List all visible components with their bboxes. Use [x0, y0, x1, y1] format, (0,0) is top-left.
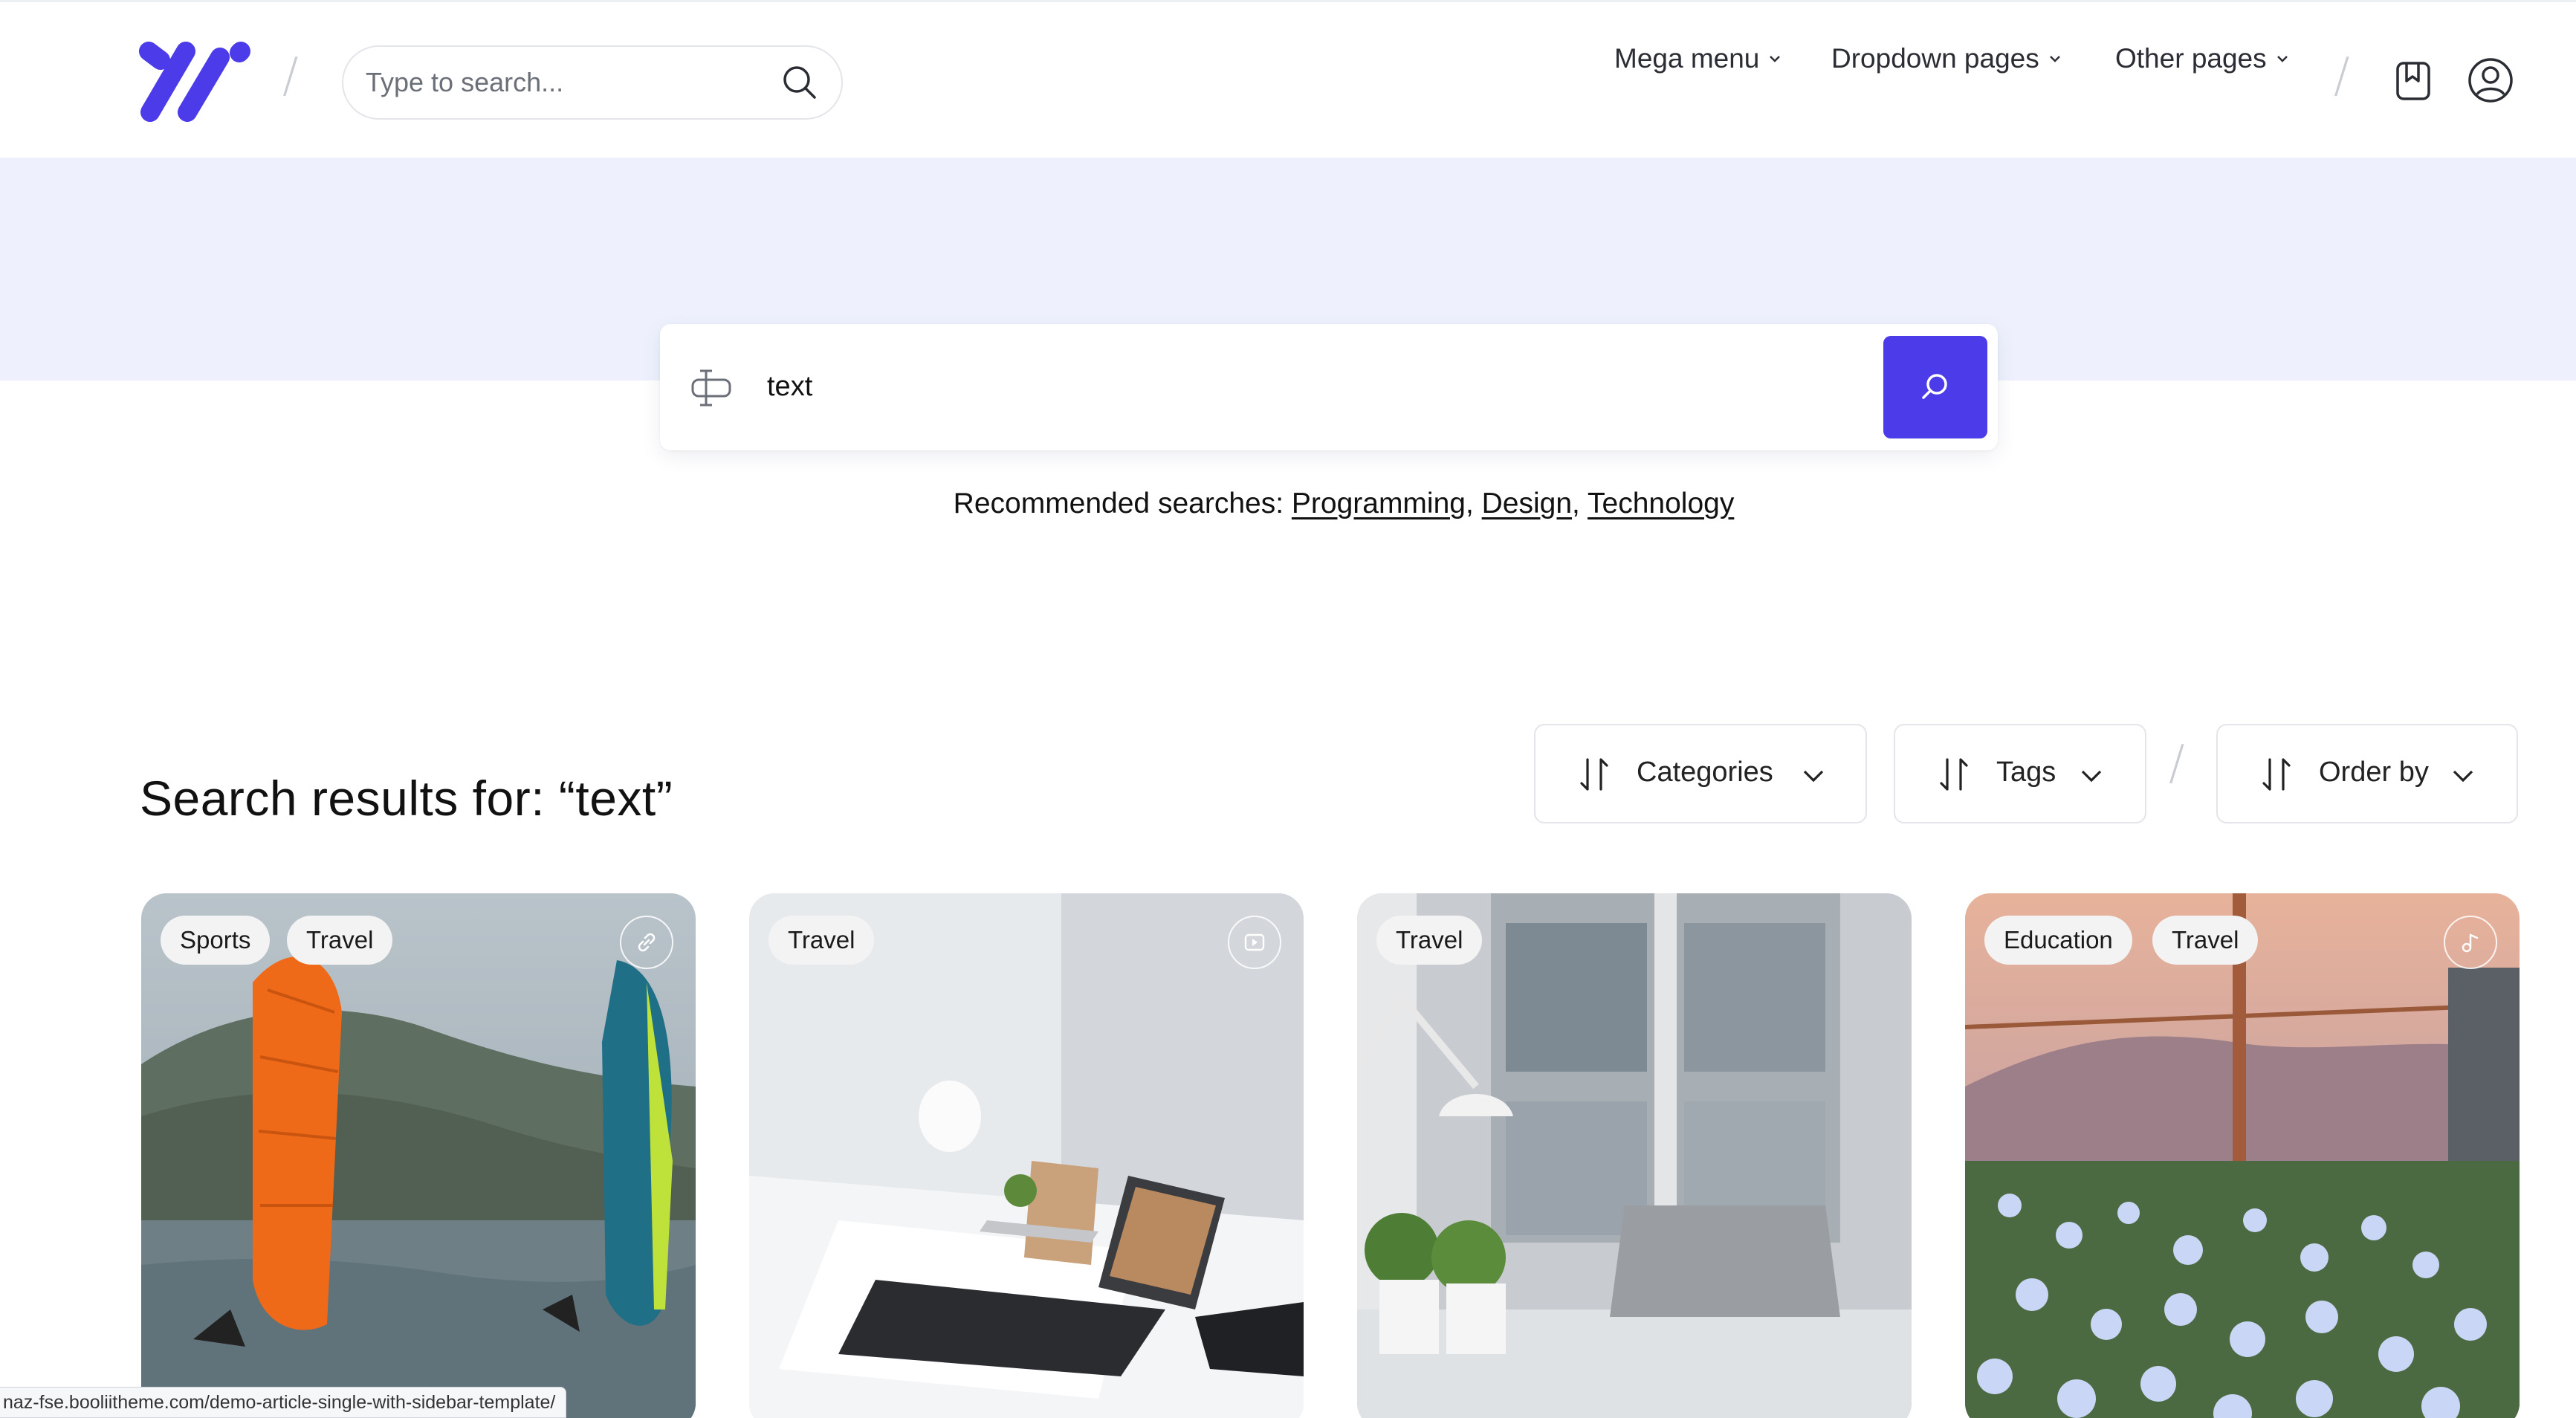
result-card[interactable]: Education Travel — [1965, 893, 2520, 1418]
header-search-box[interactable] — [342, 45, 843, 120]
category-tag[interactable]: Education — [1984, 916, 2132, 965]
chevron-down-icon — [1770, 56, 1781, 62]
nav-label: Other pages — [2115, 43, 2267, 74]
result-card[interactable]: Sports Travel — [141, 893, 696, 1418]
chevron-down-icon — [2453, 770, 2473, 783]
category-tag[interactable]: Travel — [2152, 916, 2259, 965]
card-image — [1357, 893, 1912, 1418]
card-image — [1965, 893, 2520, 1418]
nav-label: Mega menu — [1614, 43, 1760, 74]
status-url-bar: naz-fse.booliitheme.com/demo-article-sin… — [0, 1387, 567, 1418]
recommended-searches: Recommended searches: Programming, Desig… — [953, 488, 1735, 519]
sort-icon — [1940, 758, 1968, 791]
recommended-prefix: Recommended searches: — [953, 488, 1284, 519]
sort-icon — [1580, 758, 1608, 791]
card-image — [141, 893, 696, 1418]
category-tag[interactable]: Travel — [768, 916, 875, 965]
category-tag[interactable]: Sports — [161, 916, 271, 965]
recommended-link-technology[interactable]: Technology — [1588, 488, 1734, 519]
nav-dropdown-pages[interactable]: Dropdown pages — [1831, 43, 2063, 74]
nav-other-pages[interactable]: Other pages — [2115, 43, 2291, 74]
chevron-down-icon — [1803, 770, 1824, 783]
filter-tags[interactable]: Tags — [1894, 724, 2146, 823]
bookmark-icon[interactable] — [2389, 56, 2438, 105]
logo-icon[interactable] — [138, 41, 251, 124]
nav-mega-menu[interactable]: Mega menu — [1614, 43, 1783, 74]
divider-slash: / — [2169, 736, 2185, 791]
sort-icon — [2262, 758, 2291, 791]
result-card[interactable]: Travel — [1357, 893, 1912, 1418]
category-tag[interactable]: Travel — [1376, 916, 1483, 965]
recommended-link-programming[interactable]: Programming — [1292, 488, 1466, 519]
divider-slash: / — [2334, 48, 2350, 103]
divider-slash: / — [282, 48, 299, 103]
music-icon — [2444, 916, 2497, 969]
filter-order-by[interactable]: Order by — [2216, 724, 2518, 823]
link-icon — [620, 916, 673, 969]
main-search-input[interactable] — [767, 357, 1770, 416]
card-image — [749, 893, 1304, 1418]
filter-label: Order by — [2319, 757, 2429, 788]
category-tag[interactable]: Travel — [287, 916, 393, 965]
chevron-down-icon — [2049, 56, 2060, 62]
filter-label: Tags — [1996, 757, 2056, 788]
header-search-input[interactable] — [366, 67, 780, 98]
search-submit-button[interactable] — [1883, 336, 1987, 438]
video-icon — [1228, 916, 1281, 969]
text-cursor-icon — [691, 369, 731, 407]
chevron-down-icon — [2081, 770, 2102, 783]
recommended-link-design[interactable]: Design — [1482, 488, 1572, 519]
filter-label: Categories — [1637, 757, 1773, 788]
result-card[interactable]: Travel — [749, 893, 1304, 1418]
nav-label: Dropdown pages — [1831, 43, 2039, 74]
main-search-box[interactable] — [660, 324, 1998, 450]
search-icon — [1922, 374, 1947, 399]
search-icon[interactable] — [780, 63, 819, 102]
chevron-down-icon — [2276, 56, 2288, 62]
site-header: / Mega menu Dropdown pages Other pages / — [0, 0, 2576, 158]
results-title: Search results for: “text” — [140, 771, 673, 826]
user-icon[interactable] — [2466, 56, 2515, 105]
filter-categories[interactable]: Categories — [1534, 724, 1867, 823]
